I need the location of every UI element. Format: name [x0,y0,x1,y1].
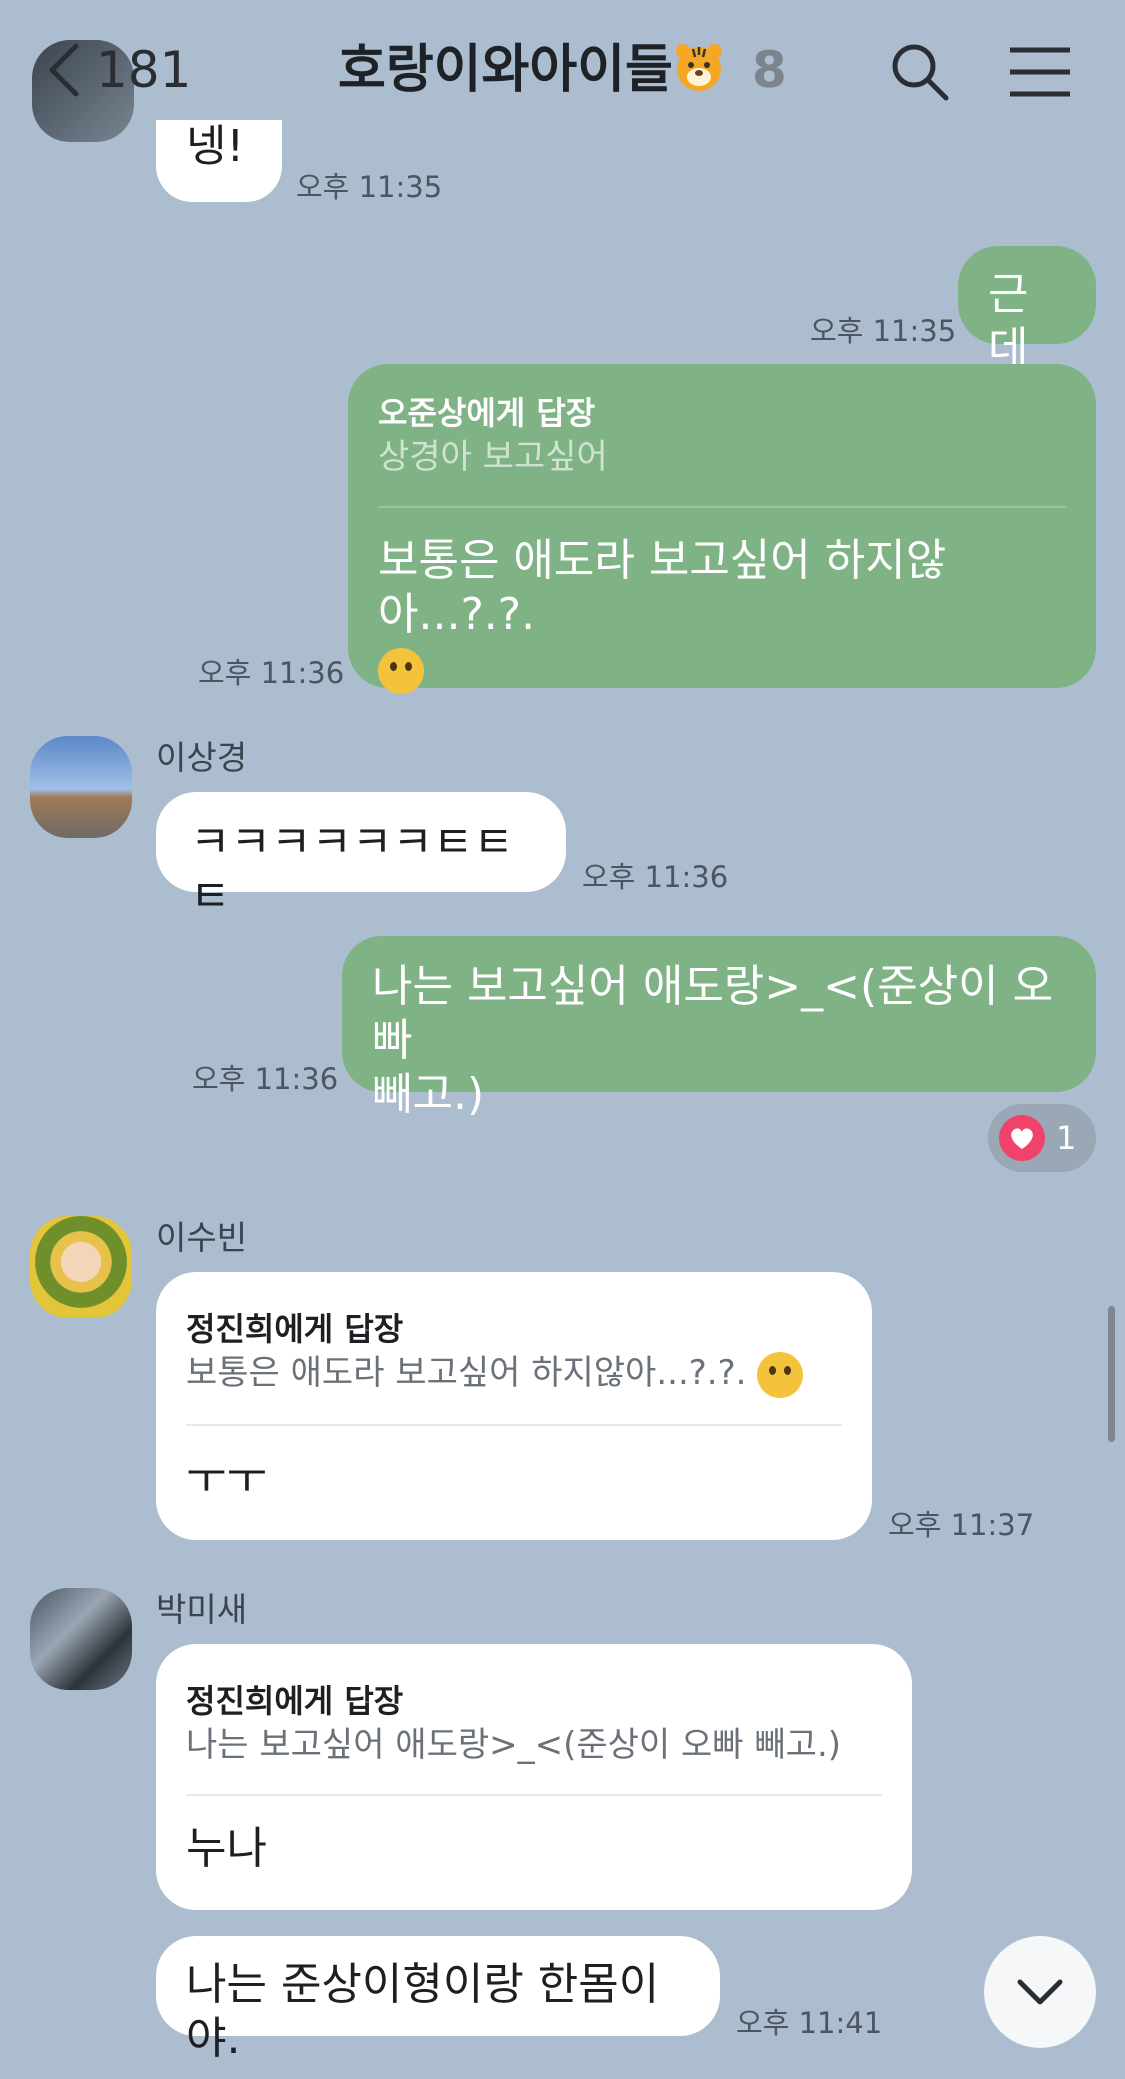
message-text-line: 나는 보고싶어 애도랑>_<(준상이 오빠 [372,961,1054,1066]
message-text: ㅜㅜ [186,1452,267,1504]
chat-title: 호랑이와아이들 [338,38,725,102]
avatar[interactable] [30,1216,132,1318]
message-time: 오후 11:35 [810,314,957,348]
reply-quote-text: 보통은 애도라 보고싶어 하지않아...?.?. [186,1353,747,1393]
reply-header: 정진희에게 답장 [186,1310,404,1348]
reply-quote: 보통은 애도라 보고싶어 하지않아...?.?. [186,1350,842,1398]
message-time: 오후 11:36 [198,656,345,690]
reaction-badge[interactable]: 1 [988,1104,1096,1172]
chat-header: 181 호랑이와아이들 8 [0,0,1125,140]
scroll-to-bottom-button[interactable] [984,1936,1096,2048]
reply-quote: 상경아 보고싶어 [378,437,608,477]
avatar[interactable] [30,1588,132,1690]
reply-header: 정진희에게 답장 [186,1682,404,1720]
sender-name: 박미새 [156,1590,248,1629]
message-text: 보통은 애도라 보고싶어 하지않아...?.?. [378,534,1066,696]
message-time: 오후 11:36 [192,1062,339,1096]
reply-quote: 나는 보고싶어 애도랑>_<(준상이 오빠 빼고.) [186,1725,842,1765]
thinking-emoji-icon [378,648,424,694]
message-time: 오후 11:36 [582,860,729,894]
search-icon[interactable] [890,42,950,102]
reply-bubble[interactable]: 정진희에게 답장 보통은 애도라 보고싶어 하지않아...?.?. ㅜㅜ [156,1272,872,1540]
tiger-emoji-icon [675,44,722,91]
message-text: ㅋㅋㅋㅋㅋㅋㅌㅌㅌ [190,817,514,922]
reaction-count: 1 [1056,1119,1077,1157]
chat-title-text: 호랑이와아이들 [338,40,673,100]
message-text-body: 보통은 애도라 보고싶어 하지않아...?.?. [378,535,947,640]
message-time: 오후 11:41 [736,2006,883,2040]
reply-divider [186,1794,882,1796]
message-bubble[interactable]: 나는 준상이형이랑 한몸이야. [156,1936,720,2064]
chevron-left-icon[interactable] [44,42,84,98]
message-time: 오후 11:35 [296,170,443,204]
member-count: 8 [752,41,787,99]
thinking-emoji-icon [757,1351,804,1398]
message-time: 오후 11:37 [888,1508,1035,1542]
my-message-bubble[interactable]: 근데 [958,246,1096,374]
back-count[interactable]: 181 [96,40,191,100]
heart-icon [999,1115,1045,1161]
avatar[interactable] [30,736,132,838]
my-message-bubble[interactable]: 나는 보고싶어 애도랑>_<(준상이 오빠 빼고.) [342,936,1096,1120]
scrollbar[interactable] [1108,1306,1115,1442]
sender-name: 이수빈 [156,1218,248,1257]
my-reply-bubble[interactable]: 오준상에게 답장 상경아 보고싶어 보통은 애도라 보고싶어 하지않아...?.… [348,364,1096,694]
message-text: 누나 [186,1823,267,1874]
hamburger-menu-icon[interactable] [1008,46,1072,98]
message-bubble[interactable]: ㅋㅋㅋㅋㅋㅋㅌㅌㅌ [156,792,566,922]
sender-name: 이상경 [156,738,248,777]
message-text: 나는 준상이형이랑 한몸이야. [186,1959,660,2064]
message-text-line: 빼고.) [372,1069,485,1120]
reply-bubble[interactable]: 정진희에게 답장 나는 보고싶어 애도랑>_<(준상이 오빠 빼고.) 누나 [156,1644,912,1910]
reply-divider [378,506,1066,508]
reply-header: 오준상에게 답장 [378,394,596,432]
reply-divider [186,1423,842,1426]
message-text: 근데 [988,269,1029,374]
chevron-down-icon [1017,1979,1063,2005]
